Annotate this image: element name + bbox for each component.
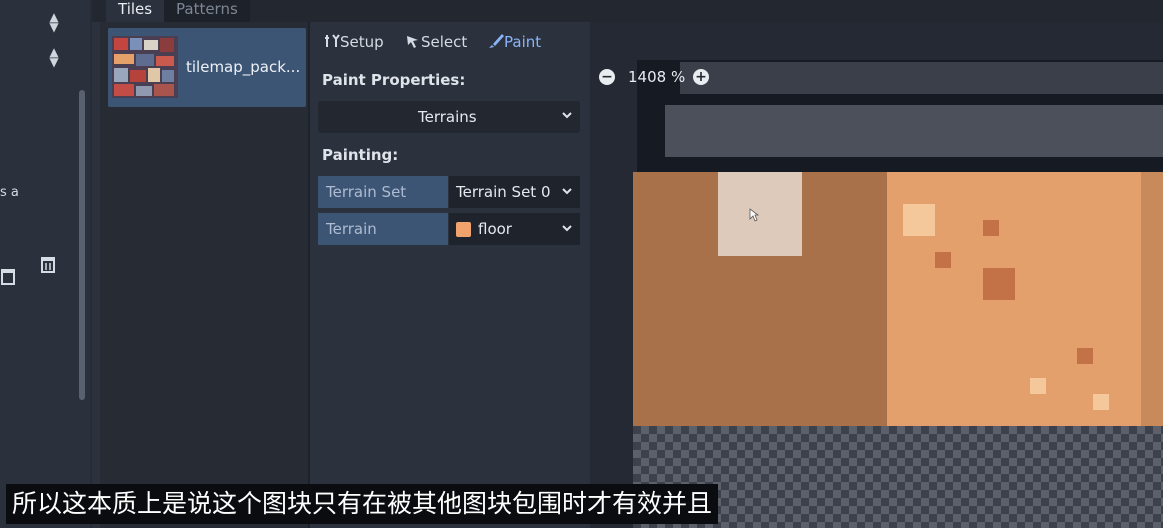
wrench-icon [325,34,340,47]
atlas-tile[interactable] [1141,172,1163,426]
brush-icon [489,34,504,48]
zoom-in-button[interactable]: + [693,69,709,85]
spin-updown-icon[interactable]: ▲ ▼ [46,11,62,34]
tileset-name: tilemap_pack... [186,58,301,76]
zoom-out-button[interactable]: − [599,69,615,85]
tab-tiles[interactable]: Tiles [106,0,165,22]
trash-icon[interactable] [40,256,56,274]
select-label: Select [421,33,468,51]
video-subtitle: 所以这本质上是说这个图块只有在被其他图块包围时才有效并且 [6,484,719,524]
atlas-tile-row [680,62,1163,94]
paint-properties-heading: Paint Properties: [322,71,466,89]
left-scrollbar[interactable] [79,90,85,400]
chevron-down-icon [561,185,573,200]
terrain-label: Terrain [318,213,448,245]
left-dock: ▲ ▼ ▲ ▼ s a [0,0,92,528]
tab-bar: Tiles Patterns [92,0,1163,22]
chevron-down-icon [561,109,573,124]
terrain-select[interactable]: floor [449,213,580,245]
paint-tool-button[interactable]: Paint [488,33,541,51]
zoom-value: 1408 % [628,68,686,86]
trash-icon[interactable] [0,268,16,286]
terrain-set-value: Terrain Set 0 [456,183,551,201]
setup-label: Setup [340,33,384,51]
mouse-cursor-icon [749,208,759,222]
tile-highlight[interactable] [718,172,802,256]
terrain-label-text: Terrain [326,220,377,238]
cursor-icon [407,36,418,48]
select-tool-button[interactable]: Select [405,33,467,51]
terrain-set-label: Terrain Set [318,176,448,208]
paint-panel [310,22,590,528]
partial-label: s a [0,185,19,200]
tileset-thumbnail [112,36,178,98]
atlas-tile-row [665,105,1163,157]
atlas-tile[interactable] [887,172,1141,426]
painting-heading: Painting: [322,146,399,164]
spin-updown-icon[interactable]: ▲ ▼ [46,46,62,69]
terrain-set-select[interactable]: Terrain Set 0 [449,176,580,208]
paint-mode-value: Terrains [418,108,477,126]
chevron-down-icon [561,222,573,237]
terrain-color-swatch [456,222,471,237]
setup-tool-button[interactable]: Setup [324,33,384,51]
paint-label: Paint [504,33,542,51]
tab-patterns[interactable]: Patterns [164,0,250,22]
terrain-value: floor [478,220,512,238]
terrain-set-label-text: Terrain Set [326,183,407,201]
